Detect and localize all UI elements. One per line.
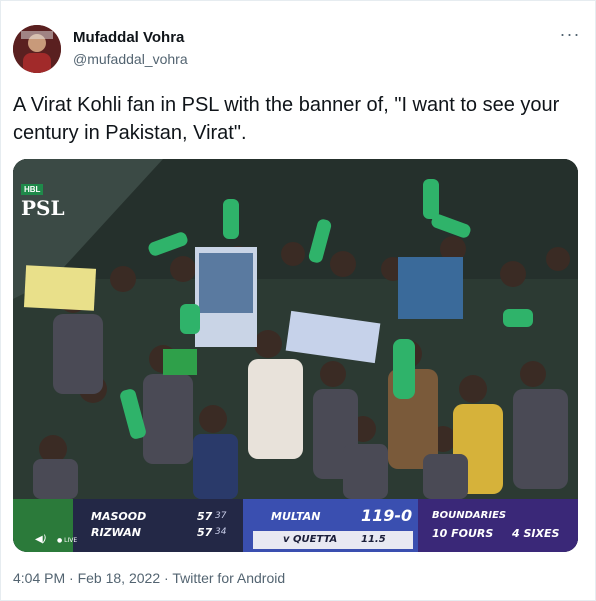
tweet-meta: 4:04 PM · Feb 18, 2022 · Twitter for And… [13,570,285,586]
psl-logo-text: PSL [21,196,65,220]
batter1-name: MASOOD [91,510,147,523]
overs: 11.5 [361,534,386,545]
author-handle[interactable]: @mufaddal_vohra [73,51,188,67]
tweet-time[interactable]: 4:04 PM [13,570,65,586]
tweet-text: A Virat Kohli fan in PSL with the banner… [13,94,560,144]
batter1-score: 57 [197,510,213,523]
meta-separator: · [69,570,74,586]
boundaries-title: BOUNDARIES [432,510,507,521]
crowd-photo [13,159,578,499]
team-name: MULTAN [271,510,321,523]
boundaries-panel: BOUNDARIES 10 FOURS 4 SIXES [418,499,578,552]
sixes-count: 4 SIXES [512,527,560,540]
batter1-balls: 37 [215,511,227,521]
speaker-icon[interactable]: ◀) [35,534,47,545]
batter2-balls: 34 [215,527,227,537]
scoreboard: MASOOD 57 37 RIZWAN 57 34 MULTAN 119-0 v… [13,499,578,552]
fours-count: 10 FOURS [432,527,494,540]
tweet-source[interactable]: Twitter for Android [172,570,285,586]
live-indicator: ● LIVE [57,537,78,544]
opponent-name: v QUETTA [283,534,338,545]
batters-panel: MASOOD 57 37 RIZWAN 57 34 [73,499,243,552]
team-score-panel: MULTAN 119-0 v QUETTA 11.5 [243,499,418,552]
meta-separator: · [164,570,169,586]
avatar[interactable] [13,25,61,73]
tweet-media-image[interactable]: HBL PSL MASOOD 57 37 RIZWAN 57 34 MULTAN… [13,159,578,552]
batter2-name: RIZWAN [91,526,141,539]
profile-avatar-image [13,25,61,73]
batter2-score: 57 [197,526,213,539]
live-label: LIVE [64,537,78,544]
psl-logo: HBL PSL [21,179,65,219]
hbl-badge: HBL [21,184,44,195]
more-horizontal-icon[interactable]: ··· [559,25,581,47]
author-name[interactable]: Mufaddal Vohra [73,29,184,46]
team-score: 119-0 [361,506,413,525]
tweet-date[interactable]: Feb 18, 2022 [78,570,161,586]
tweet-card: Mufaddal Vohra @mufaddal_vohra ··· A Vir… [0,0,596,601]
